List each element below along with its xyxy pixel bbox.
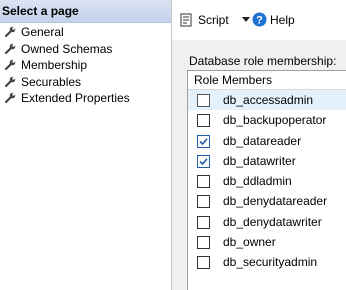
table-row[interactable]: db_denydatawriter [188, 212, 346, 232]
role-name: db_ddladmin [223, 174, 292, 189]
role-checkbox[interactable] [197, 134, 210, 148]
page-item-membership[interactable]: Membership [0, 57, 130, 74]
role-members-grid: Role Members db_accessadmin db_backupoper… [187, 70, 346, 290]
role-name: db_datareader [223, 133, 302, 148]
login-properties-dialog: Select a page General Owned Schemas Memb… [0, 0, 346, 290]
section-label: Database role membership: [189, 54, 337, 68]
table-row[interactable]: db_ddladmin [188, 171, 346, 191]
help-button[interactable]: ? Help [252, 11, 302, 29]
table-row[interactable]: db_datawriter [188, 151, 346, 171]
script-icon [180, 13, 192, 27]
svg-text:?: ? [256, 15, 263, 27]
role-name: db_accessadmin [223, 93, 314, 107]
wrench-icon [5, 59, 16, 70]
script-label: Script [198, 13, 229, 27]
role-checkbox[interactable] [197, 236, 210, 250]
page-item-label: Owned Schemas [21, 41, 113, 56]
table-row[interactable]: db_owner [188, 232, 346, 252]
role-checkbox[interactable] [197, 94, 210, 107]
page-item-extended-properties[interactable]: Extended Properties [0, 90, 130, 107]
page-item-label: Extended Properties [21, 91, 130, 105]
help-icon: ? [252, 12, 267, 27]
role-name: db_owner [223, 235, 276, 250]
page-item-securables[interactable]: Securables [0, 74, 130, 91]
table-row[interactable]: db_backupoperator [188, 110, 346, 130]
chevron-down-icon[interactable] [242, 17, 250, 22]
help-label: Help [270, 13, 295, 27]
page-selector-pane: Select a page General Owned Schemas Memb… [0, 0, 171, 290]
content-area: Database role membership: Role Members d… [172, 40, 346, 290]
checkmark-icon [199, 158, 208, 166]
role-checkbox[interactable] [197, 175, 210, 189]
role-list: db_accessadmin db_backupoperator db_datare… [188, 90, 346, 273]
role-checkbox[interactable] [197, 256, 210, 270]
toolbar: Script ? Help [172, 0, 346, 40]
role-name: db_backupoperator [223, 113, 327, 128]
wrench-icon [5, 43, 16, 54]
grid-column-header[interactable]: Role Members [188, 71, 346, 90]
role-name: db_denydatawriter [223, 214, 322, 229]
table-row[interactable]: db_datareader [188, 131, 346, 151]
role-checkbox[interactable] [197, 114, 210, 128]
wrench-icon [5, 26, 16, 37]
role-name: db_datawriter [223, 153, 296, 168]
page-item-owned-schemas[interactable]: Owned Schemas [0, 41, 130, 58]
page-selector-title: Select a page [2, 4, 79, 18]
wrench-icon [5, 76, 16, 87]
page-list: General Owned Schemas Membership Securab… [0, 24, 130, 107]
role-checkbox[interactable] [197, 215, 210, 229]
role-checkbox[interactable] [197, 195, 210, 209]
table-row[interactable]: db_denydatareader [188, 191, 346, 211]
wrench-icon [5, 92, 16, 103]
page-item-general[interactable]: General [0, 24, 130, 41]
table-row[interactable]: db_accessadmin [188, 90, 346, 111]
page-item-label: General [21, 25, 64, 39]
page-item-label: Membership [21, 58, 88, 72]
page-selector-header: Select a page [0, 0, 171, 23]
script-button[interactable]: Script [180, 11, 260, 29]
role-checkbox[interactable] [197, 154, 210, 168]
role-name: db_securityadmin [223, 255, 318, 270]
column-header-label: Role Members [194, 73, 273, 87]
table-row[interactable]: db_securityadmin [188, 252, 346, 272]
role-name: db_denydatareader [223, 194, 328, 209]
page-item-label: Securables [21, 74, 82, 89]
checkmark-icon [199, 137, 208, 145]
